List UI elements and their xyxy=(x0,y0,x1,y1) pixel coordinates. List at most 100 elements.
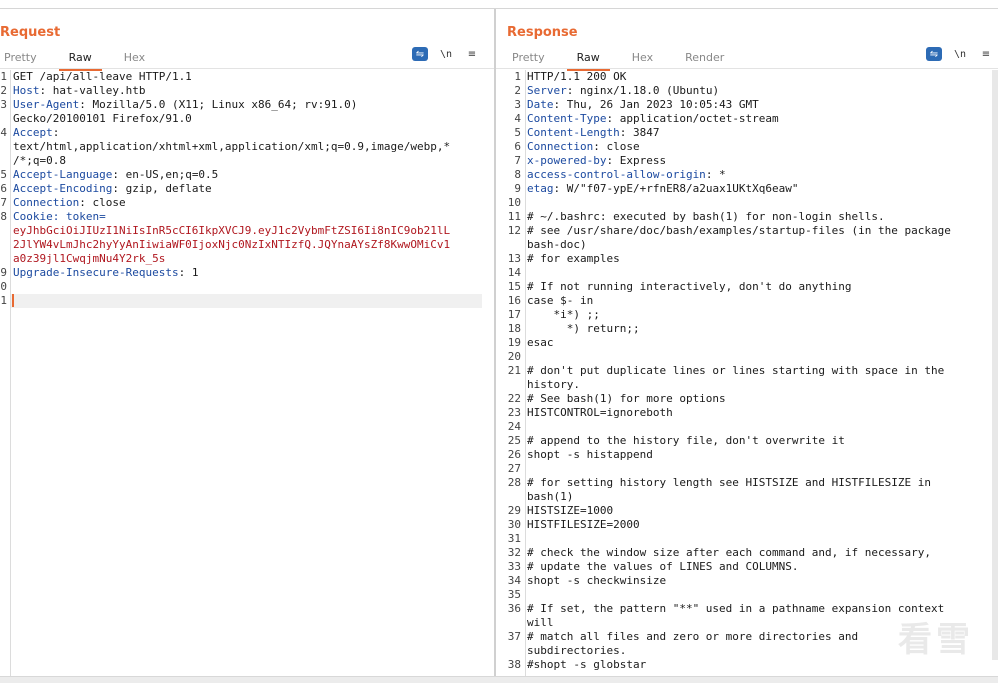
header-name: Accept xyxy=(13,126,53,139)
code-line: 21 # don't put duplicate lines or lines s… xyxy=(496,364,998,378)
line-content: # for examples xyxy=(524,252,620,266)
text-segment: # append to the history file, don't over… xyxy=(527,434,845,447)
line-number xyxy=(0,154,10,168)
line-content: GET /api/all-leave HTTP/1.1 xyxy=(10,70,192,84)
code-line: 7 x-powered-by: Express xyxy=(496,154,998,168)
line-content: HISTFILESIZE=2000 xyxy=(524,518,640,532)
tab-render[interactable]: Render xyxy=(675,47,734,69)
code-line: 2JlYW4vLmJhc2hyYyAnIiwiaWF0IjoxNjc0NzIxN… xyxy=(0,238,494,252)
response-tabs: Pretty Raw Hex Render xyxy=(502,47,746,71)
code-line: 14 xyxy=(496,266,998,280)
text-segment: : close xyxy=(593,140,640,153)
code-line: 4 Content-Type: application/octet-stream xyxy=(496,112,998,126)
text-segment: shopt -s checkwinsize xyxy=(527,574,667,587)
line-number: 21 xyxy=(507,364,521,377)
line-content: history. xyxy=(524,378,580,392)
line-content: x-powered-by: Express xyxy=(524,154,666,168)
text-segment: case $- in xyxy=(527,294,594,307)
newline-toggle[interactable]: \n xyxy=(440,49,452,60)
text-segment: # for examples xyxy=(527,252,620,265)
header-name: Server xyxy=(527,84,567,97)
line-number: 6 xyxy=(514,140,521,153)
line-number: 2 xyxy=(0,84,7,97)
line-content: HTTP/1.1 200 OK xyxy=(524,70,626,84)
line-number: 7 xyxy=(514,154,521,167)
line-number xyxy=(496,238,524,252)
code-line: 4 Accept: xyxy=(0,126,494,140)
line-content: # ~/.bashrc: executed by bash(1) for non… xyxy=(524,210,885,224)
line-content: # If set, the pattern "**" used in a pat… xyxy=(524,602,944,616)
code-line: 3 User-Agent: Mozilla/5.0 (X11; Linux x86… xyxy=(0,98,494,112)
response-editor[interactable]: 1 HTTP/1.1 200 OK 2 Server: nginx/1.18.0 (U… xyxy=(496,70,998,677)
line-number: 25 xyxy=(507,434,521,447)
line-content: Connection: close xyxy=(10,196,126,210)
line-number: 8 xyxy=(0,210,7,223)
menu-icon[interactable]: ≡ xyxy=(464,47,480,61)
line-content: Content-Length: 3847 xyxy=(524,126,659,140)
code-line: 28 # for setting history length see HISTS… xyxy=(496,476,998,490)
text-segment: : Thu, 26 Jan 2023 10:05:43 GMT xyxy=(553,98,759,111)
code-line: a0z39jl1CwqjmNu4Y2rk_5s xyxy=(0,252,494,266)
line-content: eyJhbGciOiJIUzI1NiIsInR5cCI6IkpXVCJ9.eyJ… xyxy=(10,224,450,238)
cookie-value: 2JlYW4vLmJhc2hyYyAnIiwiaWF0IjoxNjc0NzIxN… xyxy=(13,238,451,251)
line-content: access-control-allow-origin: * xyxy=(524,168,726,182)
line-content: will xyxy=(524,616,554,630)
header-name: Host xyxy=(13,84,40,97)
tab-pretty[interactable]: Pretty xyxy=(0,47,47,69)
request-editor[interactable]: 1 GET /api/all-leave HTTP/1.1 2 Host: hat-v… xyxy=(0,70,494,677)
line-number: 29 xyxy=(507,504,521,517)
tab-hex[interactable]: Hex xyxy=(114,47,155,69)
header-name: x-powered-by xyxy=(527,154,607,167)
tab-pretty[interactable]: Pretty xyxy=(502,47,555,69)
line-content xyxy=(10,294,13,308)
tab-hex[interactable]: Hex xyxy=(622,47,663,69)
line-number: 9 xyxy=(0,266,7,279)
code-line: 11 # ~/.bashrc: executed by bash(1) for n… xyxy=(496,210,998,224)
code-line: bash-doc) xyxy=(496,238,998,252)
header-name: Content-Length xyxy=(527,126,620,139)
header-name: Connection xyxy=(13,196,80,209)
line-content: Date: Thu, 26 Jan 2023 10:05:43 GMT xyxy=(524,98,759,112)
bottom-bar xyxy=(0,676,998,683)
line-content xyxy=(524,266,527,280)
code-line: 26 shopt -s histappend xyxy=(496,448,998,462)
text-segment: : nginx/1.18.0 (Ubuntu) xyxy=(566,84,720,97)
menu-icon[interactable]: ≡ xyxy=(978,47,994,61)
line-content xyxy=(524,350,527,364)
line-content: *) return;; xyxy=(524,322,640,336)
response-scrollbar[interactable] xyxy=(992,70,998,660)
code-line: 12 # see /usr/share/doc/bash/examples/sta… xyxy=(496,224,998,238)
line-number: 22 xyxy=(507,392,521,405)
line-number: 3 xyxy=(514,98,521,111)
text-segment: *) return;; xyxy=(527,322,640,335)
cookie-value: eyJhbGciOiJIUzI1NiIsInR5cCI6IkpXVCJ9.eyJ… xyxy=(13,224,451,237)
header-name: Upgrade-Insecure-Requests xyxy=(13,266,179,279)
line-number xyxy=(496,378,524,392)
request-toolbar: ⇋ \n ≡ xyxy=(411,47,480,61)
code-line: 13 # for examples xyxy=(496,252,998,266)
text-segment: : close xyxy=(79,196,126,209)
line-number: 31 xyxy=(507,532,521,545)
text-segment: history. xyxy=(527,378,580,391)
text-segment: HISTFILESIZE=2000 xyxy=(527,518,640,531)
wrap-icon[interactable]: ⇋ xyxy=(925,47,942,61)
newline-toggle[interactable]: \n xyxy=(954,49,966,60)
code-line: 1 xyxy=(0,294,494,308)
wrap-icon[interactable]: ⇋ xyxy=(411,47,428,61)
line-number: 15 xyxy=(507,280,521,293)
line-content: 2JlYW4vLmJhc2hyYyAnIiwiaWF0IjoxNjc0NzIxN… xyxy=(10,238,450,252)
line-number: 1 xyxy=(514,70,521,83)
text-segment: will xyxy=(527,616,554,629)
code-line: 24 xyxy=(496,420,998,434)
code-line: eyJhbGciOiJIUzI1NiIsInR5cCI6IkpXVCJ9.eyJ… xyxy=(0,224,494,238)
line-number xyxy=(0,140,10,154)
line-number: 9 xyxy=(514,182,521,195)
line-number: 20 xyxy=(507,350,521,363)
line-content: text/html,application/xhtml+xml,applicat… xyxy=(10,140,450,154)
code-line: 3 Date: Thu, 26 Jan 2023 10:05:43 GMT xyxy=(496,98,998,112)
line-number xyxy=(0,224,10,238)
text-segment: : hat-valley.htb xyxy=(39,84,146,97)
line-number xyxy=(496,616,524,630)
text-segment: : * xyxy=(705,168,726,181)
line-content: # match all files and zero or more direc… xyxy=(524,630,858,644)
